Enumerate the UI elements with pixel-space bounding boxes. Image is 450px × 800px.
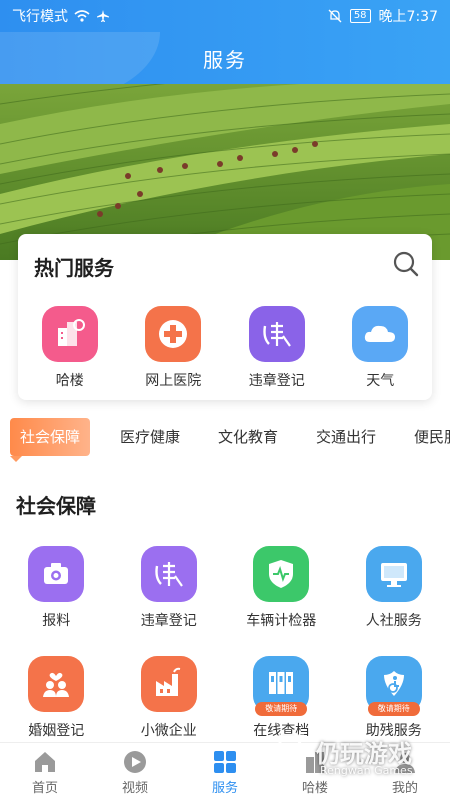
- hot-services-row: 哈楼 网上医院 违章登记 天气: [18, 306, 432, 390]
- active-tab-indicator: [10, 456, 22, 462]
- tile-violation: [248, 306, 305, 362]
- status-left: 飞行模式: [12, 6, 110, 26]
- tile-online-hospital: [145, 306, 202, 362]
- service-marriage[interactable]: 婚姻登记: [0, 656, 113, 740]
- grid-icon: [214, 751, 236, 773]
- home-icon: [35, 752, 55, 772]
- traffic-violation-icon: [155, 562, 183, 587]
- mute-bell-icon: [328, 9, 342, 23]
- factory-icon: [155, 667, 180, 696]
- category-tabs: 社会保障 医疗健康 文化教育 交通出行 便民服务: [0, 418, 450, 462]
- monitor-icon: [380, 563, 407, 587]
- user-icon: [395, 753, 415, 773]
- nav-home[interactable]: 首页: [0, 743, 90, 800]
- nav-mine[interactable]: 我的: [360, 743, 450, 800]
- nav-label: 视频: [121, 781, 148, 796]
- service-online-archive[interactable]: 敬请期待 在线查档: [225, 656, 338, 740]
- hot-services-card: 热门服务 哈楼 网上医院 违章登记 天气: [18, 234, 432, 400]
- tile-violation-2: [140, 546, 197, 602]
- hot-service-label: 违章登记: [248, 373, 305, 389]
- hot-service-weather[interactable]: 天气: [329, 306, 433, 390]
- page-title: 服务: [203, 47, 247, 72]
- clock: 晚上7:37: [378, 9, 438, 25]
- disability-assist-icon: [383, 671, 404, 696]
- airplane-icon: [97, 10, 109, 22]
- service-label: 小微企业: [140, 723, 197, 739]
- tile-halou: [41, 306, 98, 362]
- building-icon: [306, 752, 324, 773]
- service-label: 人社服务: [365, 613, 422, 629]
- status-bar: 飞行模式 58 晚上7:37: [0, 0, 450, 32]
- nav-label: 首页: [31, 781, 58, 796]
- service-label: 婚姻登记: [28, 723, 85, 739]
- tab-education[interactable]: 文化教育: [218, 418, 278, 456]
- battery-indicator: 58: [349, 9, 371, 23]
- coming-soon-badge: 敬请期待: [255, 702, 308, 716]
- tab-transport[interactable]: 交通出行: [316, 418, 376, 456]
- service-grid-row-1: 报料 违章登记 车辆计检器 人社服务: [0, 546, 450, 630]
- couple-heart-icon: [43, 672, 70, 697]
- service-grid-row-2: 婚姻登记 小微企业 敬请期待 在线查档 敬请期待 助残服务: [0, 656, 450, 740]
- tab-medical[interactable]: 医疗健康: [120, 418, 180, 456]
- camera-icon: [44, 563, 69, 584]
- search-icon[interactable]: [392, 250, 420, 278]
- nav-label: 哈楼: [301, 781, 328, 796]
- bottom-nav: 首页 视频 服务 哈楼 我的: [0, 742, 450, 800]
- service-violation[interactable]: 违章登记: [113, 546, 226, 630]
- file-cabinet-icon: [269, 672, 294, 694]
- nav-service[interactable]: 服务: [180, 743, 270, 800]
- service-vehicle-check[interactable]: 车辆计检器: [225, 546, 338, 630]
- section-title: 社会保障: [16, 494, 96, 518]
- nav-video[interactable]: 视频: [90, 743, 180, 800]
- airplane-mode-label: 飞行模式: [12, 9, 68, 25]
- tile-hr-social: [365, 546, 422, 602]
- hot-service-halou[interactable]: 哈楼: [18, 306, 122, 390]
- hot-services-title: 热门服务: [34, 256, 114, 280]
- nav-label: 服务: [211, 781, 238, 796]
- page-header: 服务: [0, 32, 450, 84]
- nav-label: 我的: [391, 781, 418, 796]
- tile-vehicle-check: [253, 546, 310, 602]
- nav-halou[interactable]: 哈楼: [270, 743, 360, 800]
- tile-weather: [352, 306, 409, 362]
- service-label: 在线查档: [253, 723, 310, 739]
- service-disability[interactable]: 敬请期待 助残服务: [338, 656, 450, 740]
- tile-report: [28, 546, 85, 602]
- tab-social-security[interactable]: 社会保障: [10, 418, 91, 456]
- play-icon: [124, 751, 146, 773]
- traffic-violation-icon: [263, 322, 291, 347]
- service-label: 报料: [42, 613, 71, 629]
- hot-service-violation[interactable]: 违章登记: [225, 306, 329, 390]
- hot-service-online-hospital[interactable]: 网上医院: [122, 306, 226, 390]
- building-icon: [57, 319, 85, 346]
- service-report[interactable]: 报料: [0, 546, 113, 630]
- service-hr-social[interactable]: 人社服务: [338, 546, 450, 630]
- service-label: 违章登记: [140, 613, 197, 629]
- tab-convenience[interactable]: 便民服务: [414, 418, 450, 456]
- coming-soon-badge: 敬请期待: [367, 702, 420, 716]
- service-small-business[interactable]: 小微企业: [113, 656, 226, 740]
- medical-cross-icon: [159, 320, 188, 348]
- status-right: 58 晚上7:37: [328, 6, 438, 26]
- shield-pulse-icon: [269, 560, 294, 588]
- tile-small-business: [140, 656, 197, 712]
- tile-disability: 敬请期待: [365, 656, 422, 716]
- hot-service-label: 天气: [366, 373, 395, 389]
- cloud-icon: [365, 325, 396, 342]
- tile-online-archive: 敬请期待: [253, 656, 310, 716]
- service-label: 助残服务: [365, 723, 422, 739]
- hot-service-label: 网上医院: [145, 373, 202, 389]
- service-label: 车辆计检器: [246, 613, 317, 629]
- hot-service-label: 哈楼: [55, 373, 84, 389]
- tile-marriage: [28, 656, 85, 712]
- wifi-icon: [74, 10, 90, 22]
